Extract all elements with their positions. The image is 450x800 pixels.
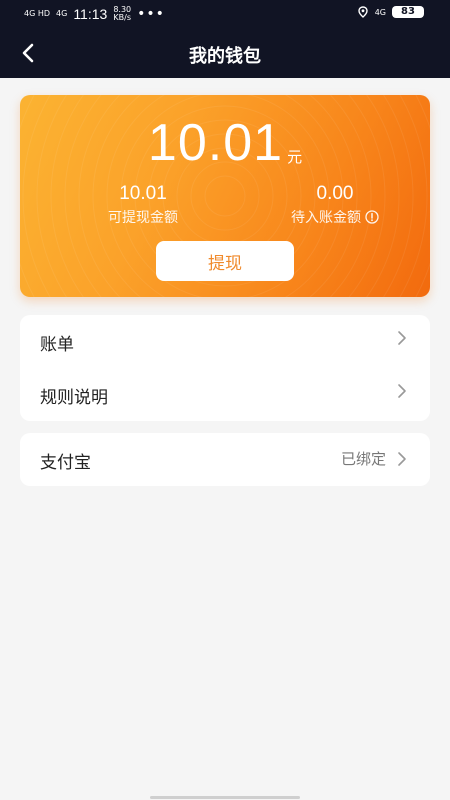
network-speed-unit: KB/s bbox=[113, 13, 132, 22]
balance-display: 10.01 元 bbox=[20, 113, 430, 173]
pending-amount: 0.00 bbox=[316, 183, 354, 204]
signal-indicator-2: 4G bbox=[56, 9, 68, 18]
menu-item-bill[interactable]: 账单 bbox=[20, 315, 430, 368]
battery-indicator: 83 bbox=[392, 6, 424, 18]
chevron-right-icon bbox=[398, 384, 406, 398]
chevron-right-icon bbox=[398, 451, 406, 466]
info-icon[interactable] bbox=[365, 210, 379, 224]
pending-label: 待入账金额 bbox=[291, 210, 361, 226]
nav-bar: 我的钱包 bbox=[0, 28, 450, 78]
balance-amount: 10.01 bbox=[147, 114, 284, 172]
status-bar: 4G HD 4G 11:13 8.30 KB/s ••• 4G 83 bbox=[0, 0, 450, 28]
network-type: 4G bbox=[374, 7, 386, 17]
balance-unit: 元 bbox=[287, 148, 303, 166]
withdrawable-label: 可提现金额 bbox=[108, 210, 178, 226]
withdrawable-stat: 10.01 可提现金额 bbox=[68, 183, 218, 227]
more-notifications: ••• bbox=[137, 6, 165, 22]
alipay-status: 已绑定 bbox=[340, 450, 386, 468]
signal-indicator-1: 4G HD bbox=[24, 9, 51, 18]
alipay-label: 支付宝 bbox=[40, 453, 91, 473]
withdraw-button[interactable]: 提现 bbox=[156, 241, 294, 281]
top-bar: 4G HD 4G 11:13 8.30 KB/s ••• 4G 83 我的钱包 bbox=[0, 0, 450, 78]
network-speed: 8.30 KB/s bbox=[113, 6, 131, 22]
page-title: 我的钱包 bbox=[189, 46, 261, 67]
home-indicator bbox=[150, 796, 300, 799]
menu-card: 账单 规则说明 bbox=[20, 315, 430, 421]
payment-card: 支付宝 已绑定 bbox=[20, 433, 430, 486]
chevron-right-icon bbox=[398, 331, 406, 345]
wallet-card: 10.01 元 10.01 可提现金额 0.00 待入账金额 提现 bbox=[20, 95, 430, 297]
menu-item-label: 账单 bbox=[40, 335, 74, 355]
alipay-row[interactable]: 支付宝 已绑定 bbox=[20, 433, 430, 486]
menu-item-label: 规则说明 bbox=[40, 388, 108, 408]
pending-stat: 0.00 待入账金额 bbox=[260, 183, 410, 227]
location-pin-icon bbox=[358, 6, 368, 18]
withdrawable-amount: 10.01 bbox=[119, 183, 167, 204]
status-time: 11:13 bbox=[73, 6, 108, 22]
menu-item-rules[interactable]: 规则说明 bbox=[20, 368, 430, 421]
